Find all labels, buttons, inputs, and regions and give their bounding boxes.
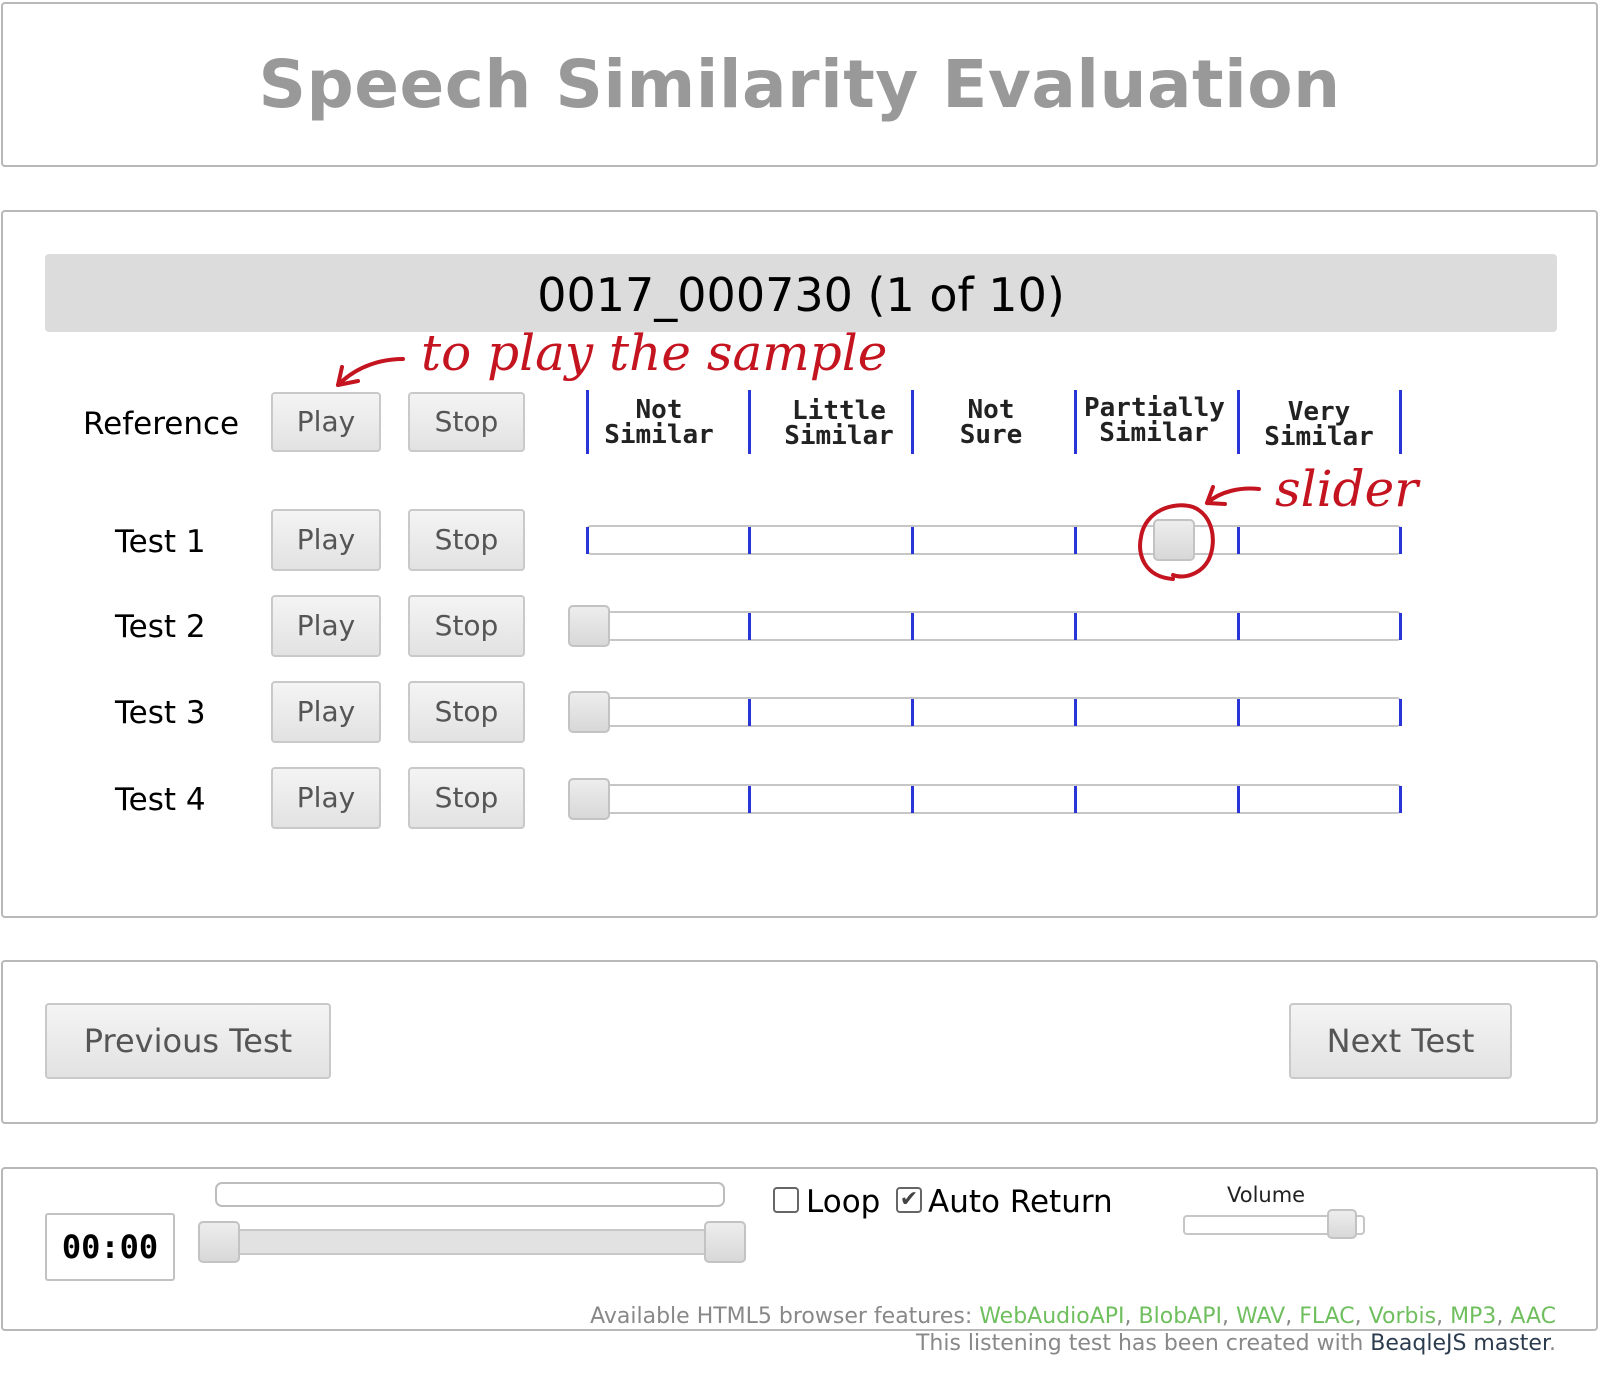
test-play-button[interactable]: Play bbox=[271, 509, 381, 571]
test-header: 0017_000730 (1 of 10) bbox=[45, 254, 1557, 332]
credit-footer: This listening test has been created wit… bbox=[915, 1331, 1556, 1356]
rating-tick bbox=[586, 527, 589, 554]
features-footer: Available HTML5 browser features: WebAud… bbox=[590, 1304, 1556, 1329]
rating-tick bbox=[748, 786, 751, 813]
feature-item: WAV bbox=[1235, 1304, 1286, 1329]
scale-label-not-sure: Not Sure bbox=[959, 395, 1023, 450]
circle-annotation-icon bbox=[1138, 503, 1215, 581]
time-display: 00:00 bbox=[45, 1213, 175, 1281]
rating-tick bbox=[1074, 613, 1077, 640]
feature-item: WebAudioAPI bbox=[979, 1304, 1125, 1329]
rating-tick bbox=[1074, 527, 1077, 554]
rating-tick bbox=[1399, 527, 1402, 554]
title-panel: Speech Similarity Evaluation bbox=[1, 2, 1598, 167]
rating-track bbox=[586, 525, 1402, 555]
test-play-button[interactable]: Play bbox=[271, 767, 381, 829]
scale-label-not-similar: Not Similar bbox=[604, 395, 714, 450]
rating-tick bbox=[1237, 699, 1240, 726]
volume-handle[interactable] bbox=[1327, 1209, 1358, 1239]
beaqlejs-link[interactable]: BeaqleJS master bbox=[1370, 1331, 1549, 1356]
volume-label: Volume bbox=[1227, 1183, 1306, 1207]
rating-slider-handle[interactable] bbox=[568, 778, 610, 820]
rating-tick bbox=[1074, 786, 1077, 813]
scale-divider bbox=[1237, 390, 1240, 454]
feature-item: AAC bbox=[1510, 1304, 1556, 1329]
test-label: Test 1 bbox=[115, 524, 206, 560]
slider-hint-annotation: slider bbox=[1275, 460, 1419, 518]
loop-end-handle[interactable] bbox=[704, 1221, 746, 1263]
rating-tick bbox=[911, 699, 914, 726]
next-test-button[interactable]: Next Test bbox=[1289, 1003, 1512, 1079]
rating-track bbox=[586, 697, 1402, 727]
rating-slider-handle[interactable] bbox=[568, 605, 610, 647]
rating-track bbox=[586, 784, 1402, 814]
test-stop-button[interactable]: Stop bbox=[408, 595, 525, 657]
play-hint-annotation: to play the sample bbox=[421, 324, 888, 382]
features-list: WebAudioAPI, BlobAPI, WAV, FLAC, Vorbis,… bbox=[979, 1304, 1556, 1329]
rating-tick bbox=[1237, 613, 1240, 640]
loop-checkbox[interactable] bbox=[773, 1187, 799, 1213]
test-label: Test 4 bbox=[115, 782, 206, 818]
rating-tick bbox=[911, 786, 914, 813]
scale-label-partially-similar: Partially Similar bbox=[1084, 393, 1225, 448]
loop-label: Loop bbox=[806, 1184, 881, 1220]
page-title: Speech Similarity Evaluation bbox=[258, 46, 1341, 123]
feature-item: MP3 bbox=[1450, 1304, 1497, 1329]
rating-tick bbox=[1399, 613, 1402, 640]
test-stop-button[interactable]: Stop bbox=[408, 509, 525, 571]
scale-divider bbox=[1399, 390, 1402, 454]
rating-tick bbox=[1074, 699, 1077, 726]
navigation-panel: Previous Test Next Test bbox=[1, 960, 1598, 1124]
rating-tick bbox=[748, 527, 751, 554]
test-label: Test 2 bbox=[115, 609, 206, 645]
auto-return-label: Auto Return bbox=[928, 1184, 1113, 1220]
auto-return-checkbox[interactable]: ✔ bbox=[896, 1187, 922, 1213]
test-play-button[interactable]: Play bbox=[271, 595, 381, 657]
rating-tick bbox=[1399, 699, 1402, 726]
test-stop-button[interactable]: Stop bbox=[408, 767, 525, 829]
test-label: Test 3 bbox=[115, 695, 206, 731]
rating-tick bbox=[911, 613, 914, 640]
loop-range-track bbox=[218, 1229, 726, 1255]
rating-tick bbox=[1399, 786, 1402, 813]
rating-slider-handle[interactable] bbox=[568, 691, 610, 733]
reference-play-button[interactable]: Play bbox=[271, 392, 381, 452]
scale-label-little-similar: Little Similar bbox=[784, 396, 894, 451]
rating-tick bbox=[748, 699, 751, 726]
rating-track bbox=[586, 611, 1402, 641]
scale-divider bbox=[748, 390, 751, 454]
test-play-button[interactable]: Play bbox=[271, 681, 381, 743]
rating-tick bbox=[748, 613, 751, 640]
rating-tick bbox=[911, 527, 914, 554]
arrow-annotation-icon bbox=[336, 357, 405, 387]
volume-slider[interactable] bbox=[1183, 1209, 1367, 1239]
scale-label-very-similar: Very Similar bbox=[1264, 397, 1374, 452]
feature-item: FLAC bbox=[1299, 1304, 1355, 1329]
scale-divider bbox=[911, 390, 914, 454]
scale-divider bbox=[1074, 390, 1077, 454]
feature-item: BlobAPI bbox=[1138, 1304, 1222, 1329]
previous-test-button[interactable]: Previous Test bbox=[45, 1003, 331, 1079]
reference-stop-button[interactable]: Stop bbox=[408, 392, 525, 452]
reference-label: Reference bbox=[83, 406, 240, 442]
rating-tick bbox=[1237, 527, 1240, 554]
test-stop-button[interactable]: Stop bbox=[408, 681, 525, 743]
loop-start-handle[interactable] bbox=[198, 1221, 240, 1263]
rating-tick bbox=[1237, 786, 1240, 813]
progress-bar[interactable] bbox=[215, 1182, 725, 1207]
test-panel: 0017_000730 (1 of 10) Reference Play Sto… bbox=[1, 210, 1598, 918]
loop-range-slider[interactable] bbox=[198, 1221, 746, 1263]
feature-item: Vorbis bbox=[1368, 1304, 1437, 1329]
